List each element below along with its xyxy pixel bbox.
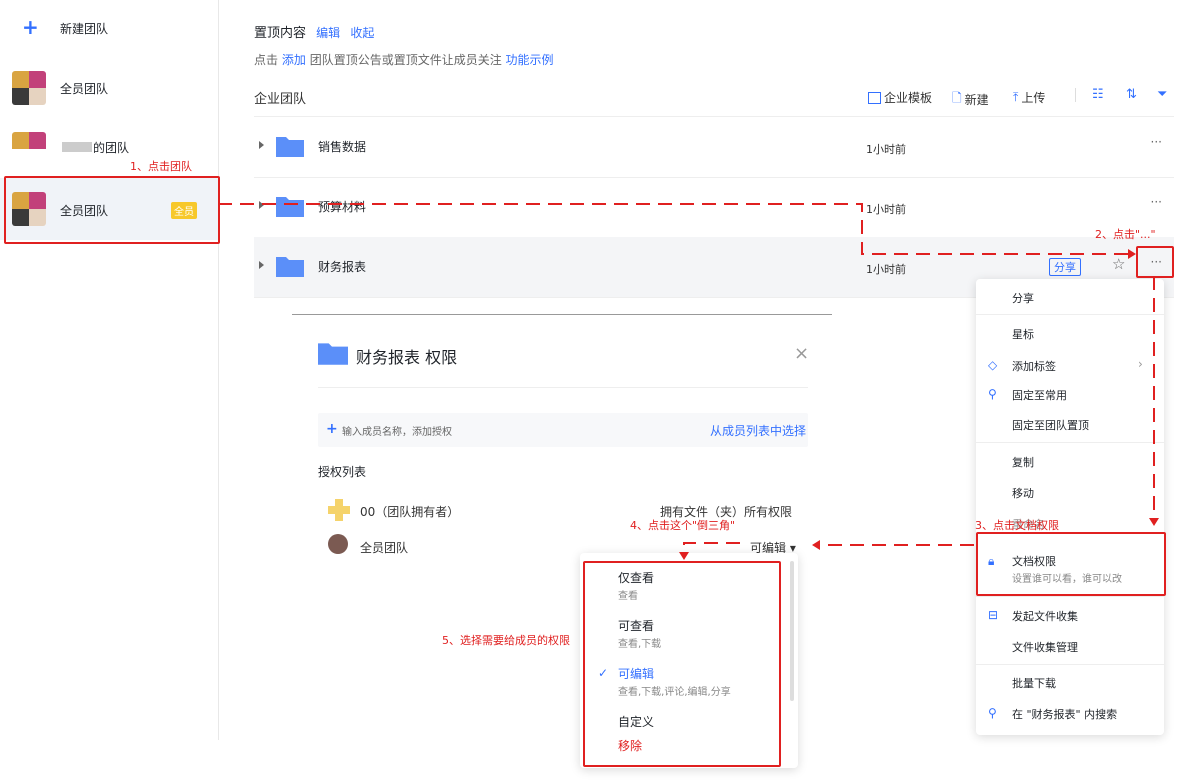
annotation-arrows xyxy=(218,203,1159,560)
